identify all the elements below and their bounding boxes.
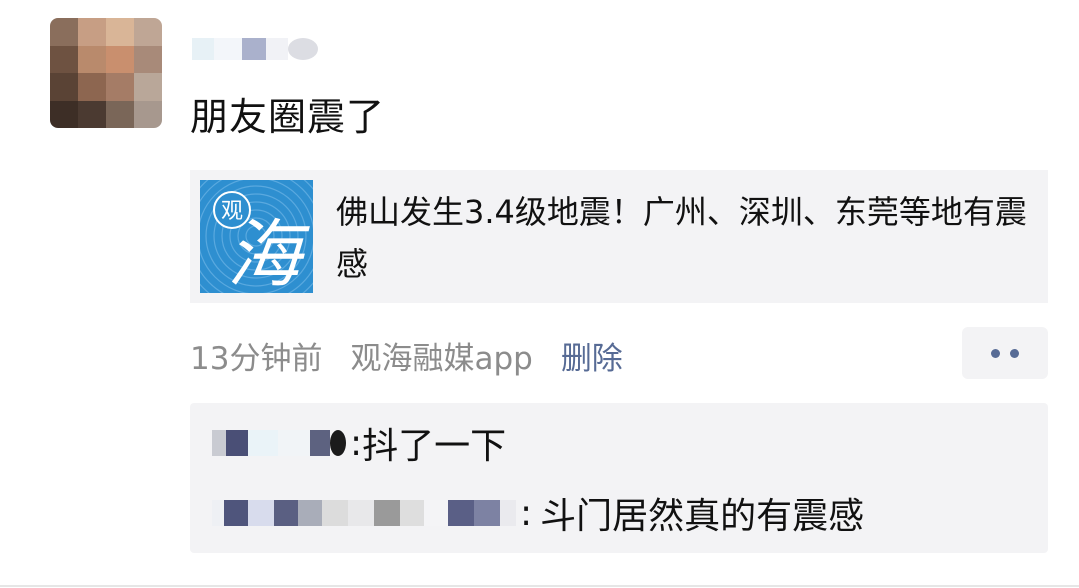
link-thumbnail: 观 海 [200, 180, 313, 293]
comment-item[interactable]: : 斗门居然真的有震感 [212, 485, 864, 541]
comment-text: 抖了一下 [362, 426, 507, 467]
more-dots-icon [991, 348, 1000, 358]
more-button[interactable] [962, 327, 1048, 379]
post-meta: 13分钟前 观海融媒app 删除 [190, 330, 623, 380]
username-pixelated[interactable] [192, 26, 332, 72]
comment-item[interactable]: : 抖了一下 [212, 415, 506, 471]
post-text: 朋友圈震了 [190, 95, 386, 139]
svg-text:海: 海 [227, 212, 310, 293]
comment-author-pixelated[interactable] [212, 498, 516, 528]
link-title[interactable]: 佛山发生3.4级地震！广州、深圳、东莞等地有震感 [336, 186, 1036, 290]
more-dots-icon [1010, 348, 1019, 358]
comment-separator: : [520, 492, 533, 534]
wave-pattern-icon: 观 海 [200, 180, 313, 293]
link-card[interactable]: 观 海 佛山发生3.4级地震！广州、深圳、东莞等地有震感 [190, 170, 1048, 303]
comments-box: : 抖了一下 : 斗门居然真的有震感 [190, 403, 1048, 553]
source-app[interactable]: 观海融媒app [350, 333, 532, 378]
avatar[interactable] [50, 18, 162, 128]
timestamp: 13分钟前 [190, 340, 323, 377]
delete-button[interactable]: 删除 [561, 333, 623, 378]
divider [0, 585, 1079, 587]
comment-separator: : [350, 422, 363, 464]
comment-author-pixelated[interactable] [212, 428, 346, 458]
comment-text: 斗门居然真的有震感 [540, 496, 865, 537]
